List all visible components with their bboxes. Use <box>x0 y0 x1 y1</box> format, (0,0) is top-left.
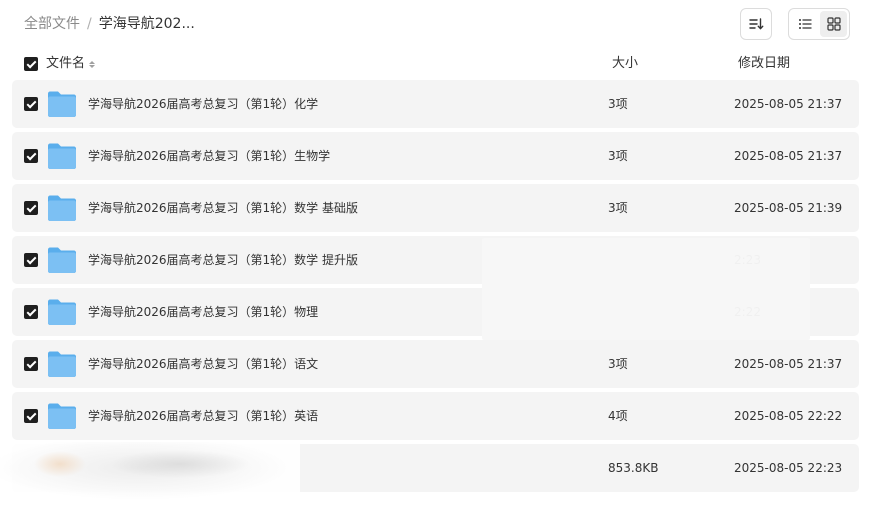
grid-view-icon <box>826 17 841 31</box>
sort-icon <box>749 18 764 30</box>
file-name[interactable]: 学海导航2026届高考总复习（第1轮）物理 <box>88 304 318 320</box>
sort-button[interactable] <box>740 8 772 40</box>
column-name-header[interactable]: 文件名 <box>46 56 96 72</box>
row-checkbox[interactable] <box>24 97 38 111</box>
file-row[interactable]: 学海导航2026届高考总复习（第1轮）数学 基础版 3项 2025-08-05 21… <box>12 184 859 232</box>
folder-icon <box>48 195 76 221</box>
file-name[interactable]: 学海导航2026届高考总复习（第1轮）英语 <box>88 408 318 424</box>
folder-icon <box>48 143 76 169</box>
breadcrumb-root-link[interactable]: 全部文件 <box>24 14 80 34</box>
file-modified-date: 2025-08-05 21:37 <box>734 357 843 371</box>
file-modified-date: 2025-08-05 21:39 <box>734 201 843 215</box>
file-size: 3项 <box>608 357 628 371</box>
file-row[interactable]: 学海导航2026届高考总复习（第1轮）英语 4项 2025-08-05 22:22 <box>12 392 859 440</box>
folder-icon <box>48 91 76 117</box>
file-modified-date: 2025-08-05 22:23 <box>734 461 843 475</box>
folder-icon <box>48 351 76 377</box>
file-modified-date: 2025-08-05 21:37 <box>734 149 843 163</box>
row-checkbox[interactable] <box>24 201 38 215</box>
file-name[interactable]: 学海导航2026届高考总复习（第1轮）数学 基础版 <box>88 200 358 216</box>
column-header: 文件名 大小 修改日期 <box>0 50 874 78</box>
file-size: 853.8KB <box>608 461 659 475</box>
row-checkbox[interactable] <box>24 149 38 163</box>
redaction-overlay <box>482 238 810 340</box>
grid-view-button[interactable] <box>820 11 847 37</box>
list-view-icon <box>798 19 812 29</box>
file-size: 3项 <box>608 97 628 111</box>
file-size: 4项 <box>608 409 628 423</box>
folder-icon <box>48 247 76 273</box>
file-size: 3项 <box>608 149 628 163</box>
row-checkbox[interactable] <box>24 409 38 423</box>
file-row[interactable]: 学海导航2026届高考总复习（第1轮）语文 3项 2025-08-05 21:37 <box>12 340 859 388</box>
file-modified-date: 2025-08-05 21:37 <box>734 97 843 111</box>
file-size: 3项 <box>608 201 628 215</box>
file-name[interactable]: 学海导航2026届高考总复习（第1轮）化学 <box>88 96 318 112</box>
file-name[interactable]: 学海导航2026届高考总复习（第1轮）语文 <box>88 356 318 372</box>
file-row[interactable]: 学海导航2026届高考总复习（第1轮）化学 3项 2025-08-05 21:37 <box>12 80 859 128</box>
breadcrumb-current: 学海导航202... <box>98 16 195 32</box>
list-view-button[interactable] <box>791 11 818 37</box>
breadcrumb-separator: / <box>87 16 92 32</box>
file-name[interactable]: 学海导航2026届高考总复习（第1轮）数学 提升版 <box>88 252 358 268</box>
column-size-header: 大小 <box>612 56 639 71</box>
column-date-header: 修改日期 <box>738 56 791 71</box>
redaction-overlay <box>0 442 300 514</box>
top-bar: 全部文件 / 学海导航202... <box>0 0 874 48</box>
file-name[interactable]: 学海导航2026届高考总复习（第1轮）生物学 <box>88 148 330 164</box>
row-checkbox[interactable] <box>24 357 38 371</box>
file-row[interactable]: 学海导航2026届高考总复习（第1轮）生物学 3项 2025-08-05 21:37 <box>12 132 859 180</box>
sort-arrows-icon <box>89 60 96 68</box>
row-checkbox[interactable] <box>24 305 38 319</box>
view-toggle <box>788 8 850 40</box>
folder-icon <box>48 299 76 325</box>
row-checkbox[interactable] <box>24 253 38 267</box>
breadcrumb: 全部文件 / 学海导航202... <box>24 14 195 34</box>
folder-icon <box>48 403 76 429</box>
column-name-label: 文件名 <box>46 56 86 71</box>
file-modified-date: 2025-08-05 22:22 <box>734 409 843 423</box>
